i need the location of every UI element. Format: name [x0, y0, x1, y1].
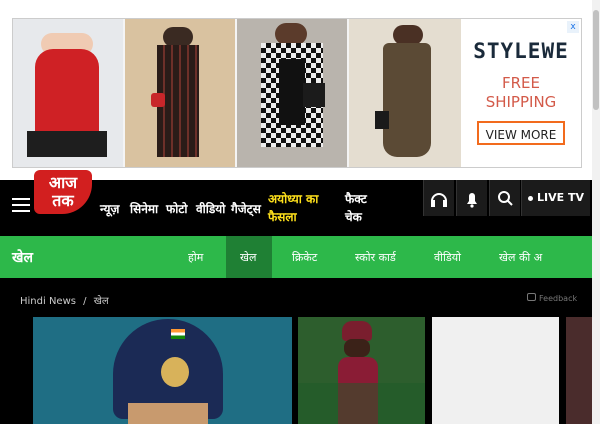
story-card-placeholder[interactable]	[432, 317, 559, 424]
feedback-link[interactable]: Feedback	[527, 293, 577, 303]
scrollbar-thumb[interactable]	[593, 10, 599, 110]
live-tv-label: LIVE TV	[537, 191, 584, 204]
ad-close-icon[interactable]: x	[567, 21, 579, 33]
breadcrumb-current: खेल	[93, 296, 109, 307]
ad-offer-line2: SHIPPING	[485, 93, 557, 111]
notification-button[interactable]	[456, 180, 487, 216]
nav-cinema[interactable]: सिनेमा	[130, 200, 158, 217]
ad-photo-red-coat[interactable]	[13, 19, 123, 167]
breadcrumb-home[interactable]: Hindi News	[20, 296, 76, 307]
ad-photo-plaid-suit[interactable]	[125, 19, 235, 167]
breadcrumb: Hindi News / खेल	[20, 293, 109, 307]
nav-photo[interactable]: फोटो	[166, 200, 188, 217]
ad-offer-line1: FREE	[501, 74, 540, 92]
bell-icon	[467, 193, 477, 208]
ad-photo-check-coat[interactable]	[237, 19, 347, 167]
section-title: खेल	[12, 250, 33, 266]
feedback-icon	[527, 293, 536, 301]
nav-fact-check[interactable]: फैक्ट चेक	[345, 190, 385, 226]
story-card-west-indies-player[interactable]	[298, 317, 425, 424]
ad-banner[interactable]: STYLEWE FREE SHIPPING VIEW MORE x	[12, 18, 582, 168]
search-button[interactable]	[489, 180, 520, 216]
tab-scorecard[interactable]: स्कोर कार्ड	[355, 250, 396, 265]
ad-brand: STYLEWE	[473, 39, 569, 63]
aajtak-logo[interactable]: आज तक	[34, 170, 92, 214]
ad-offer: FREE SHIPPING	[461, 74, 581, 112]
story-card-partial[interactable]	[566, 317, 592, 424]
story-card-cricketer-helmet[interactable]	[33, 317, 292, 424]
nav-gadgets[interactable]: गैजेट्स	[231, 200, 261, 217]
live-dot-icon	[528, 195, 533, 201]
tab-video[interactable]: वीडियो	[434, 250, 461, 265]
nav-video[interactable]: वीडियो	[196, 200, 225, 217]
logo-line1: आज	[48, 173, 78, 192]
section-subnav: खेल होम खेल क्रिकेट स्कोर कार्ड वीडियो ख…	[0, 236, 592, 278]
ad-copy[interactable]: STYLEWE FREE SHIPPING VIEW MORE	[461, 19, 581, 167]
tab-cricket[interactable]: क्रिकेट	[292, 250, 317, 265]
ad-photo-olive-dress[interactable]	[349, 19, 461, 167]
headphones-icon	[431, 193, 447, 207]
live-tv-button[interactable]: LIVE TV	[521, 180, 590, 216]
tab-khel[interactable]: खेल	[240, 250, 256, 265]
nav-news[interactable]: न्यूज़	[100, 200, 119, 217]
tab-more-khel[interactable]: खेल की अ	[499, 250, 542, 265]
ad-view-more-button[interactable]: VIEW MORE	[477, 121, 565, 145]
nav-ayodhya-verdict[interactable]: अयोध्या का फैसला	[268, 190, 330, 226]
main-nav: आज तक न्यूज़ सिनेमा फोटो वीडियो गैजेट्स …	[0, 170, 592, 236]
feedback-label: Feedback	[539, 294, 578, 303]
menu-icon[interactable]	[12, 198, 30, 214]
breadcrumb-separator: /	[83, 296, 87, 307]
search-icon	[498, 191, 513, 206]
tab-home[interactable]: होम	[188, 250, 203, 265]
headphones-button[interactable]	[423, 180, 454, 216]
logo-line2: तक	[52, 191, 74, 210]
